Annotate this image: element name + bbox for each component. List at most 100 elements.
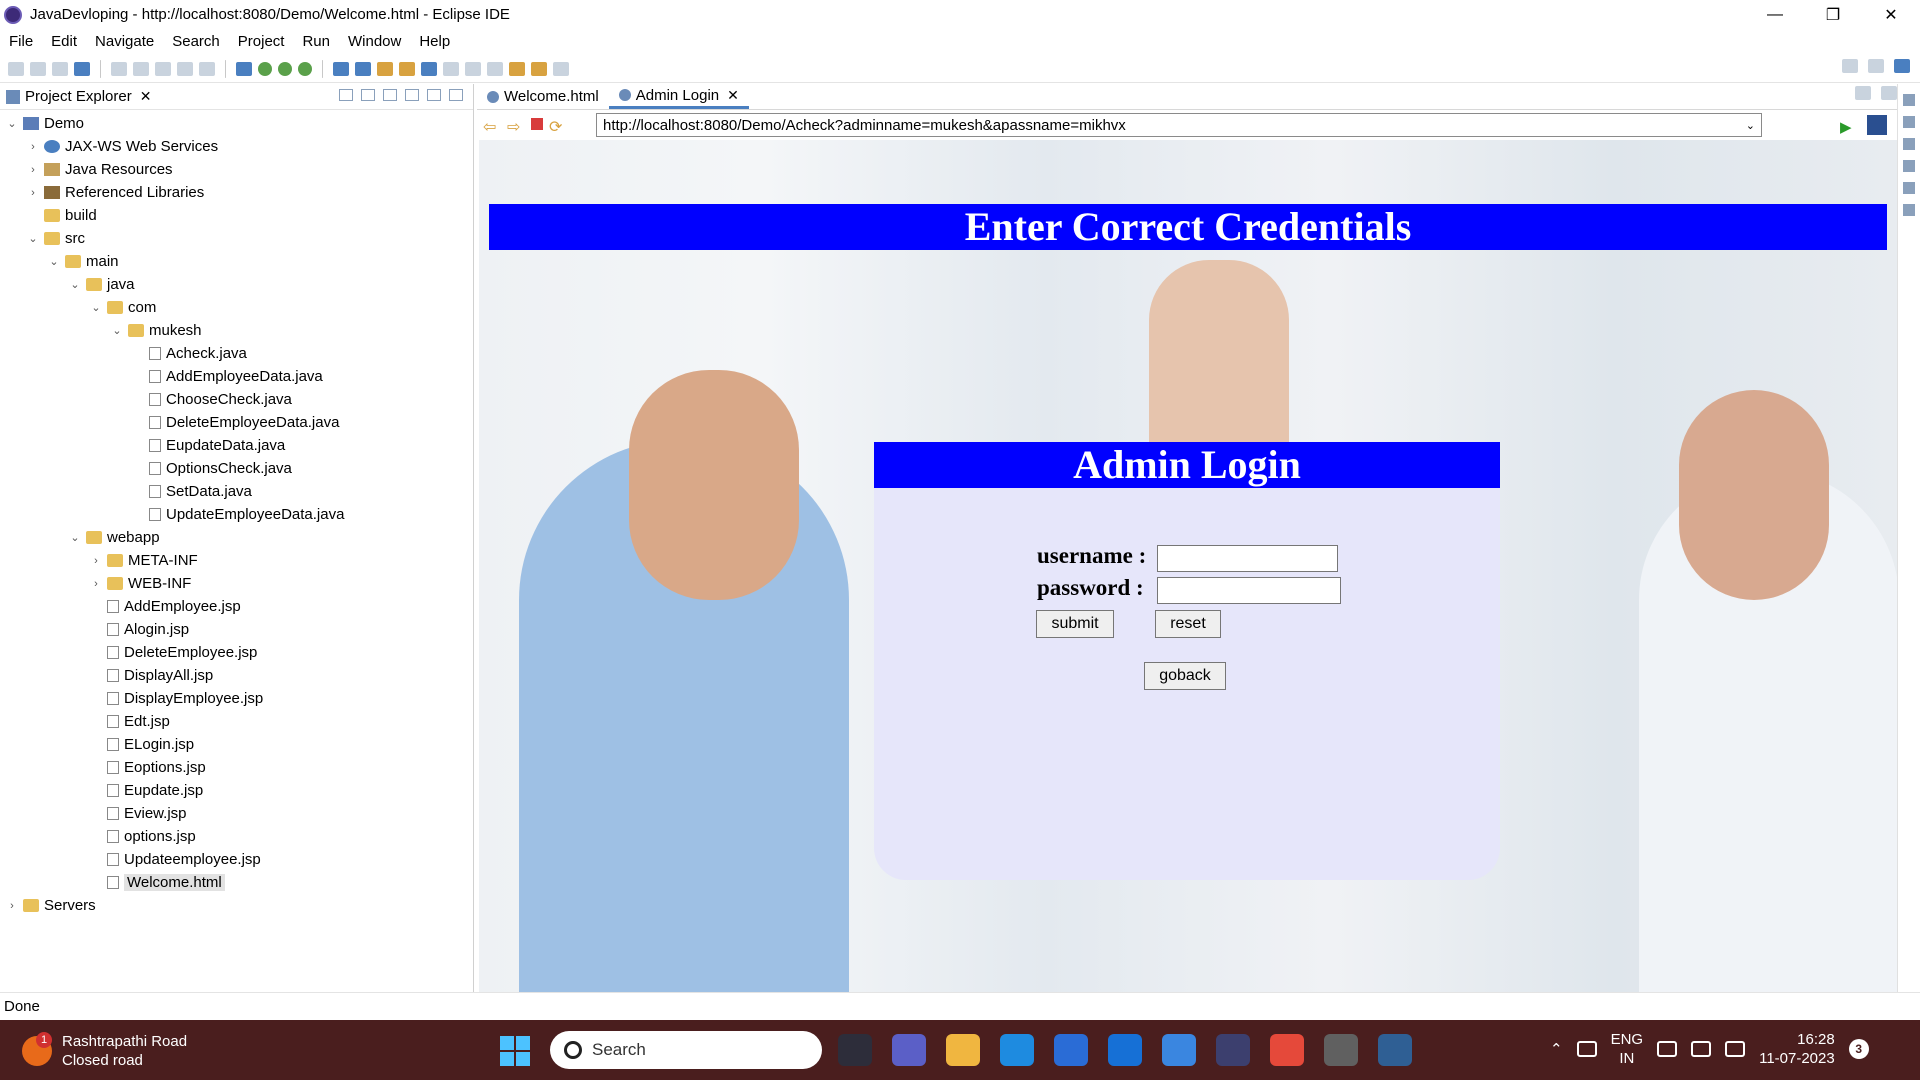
tree-item[interactable]: › JAX-WS Web Services (0, 135, 470, 158)
chevron-right-icon[interactable]: › (25, 187, 41, 199)
chevron-right-icon[interactable]: › (25, 141, 41, 153)
run-icon[interactable] (258, 61, 272, 76)
tree-item[interactable]: AddEmployee.jsp (0, 595, 470, 618)
tree-item[interactable]: DisplayEmployee.jsp (0, 687, 470, 710)
terminate-icon[interactable] (177, 61, 193, 76)
filter-icon[interactable] (383, 89, 397, 101)
back-icon[interactable] (509, 61, 525, 76)
close-button[interactable]: ✕ (1862, 0, 1920, 29)
tree-item[interactable]: AddEmployeeData.java (0, 365, 470, 388)
start-button[interactable] (500, 1036, 530, 1066)
java-ee-perspective-icon[interactable] (1894, 59, 1910, 73)
tree-item[interactable]: Edt.jsp (0, 710, 470, 733)
settings-icon[interactable] (1324, 1034, 1358, 1066)
chevron-down-icon[interactable]: ⌄ (88, 301, 104, 314)
coverage-icon[interactable] (278, 61, 292, 76)
close-icon[interactable]: ✕ (727, 87, 739, 104)
mysql-icon[interactable] (1162, 1034, 1196, 1066)
maximize-view-icon[interactable] (449, 89, 463, 101)
menu-file[interactable]: File (0, 33, 42, 50)
chevron-down-icon[interactable]: ⌄ (46, 255, 62, 268)
open-perspective-icon[interactable] (1868, 59, 1884, 73)
stop-icon[interactable] (531, 118, 543, 130)
teams-icon[interactable] (892, 1034, 926, 1066)
tree-item[interactable]: ELogin.jsp (0, 733, 470, 756)
sql-developer-icon[interactable] (1378, 1034, 1412, 1066)
close-icon[interactable]: ✕ (140, 88, 152, 105)
refresh-icon[interactable]: ⟳ (549, 117, 567, 136)
reset-button[interactable]: reset (1155, 610, 1221, 638)
chevron-down-icon[interactable]: ⌄ (4, 117, 20, 130)
suspend-icon[interactable] (155, 61, 171, 76)
tree-item[interactable]: UpdateEmployeeData.java (0, 503, 470, 526)
clock[interactable]: 16:28 11-07-2023 (1759, 1030, 1835, 1068)
taskbar-search[interactable]: Search (550, 1031, 822, 1069)
tree-item[interactable]: › WEB-INF (0, 572, 470, 595)
chevron-right-icon[interactable]: › (88, 555, 104, 567)
project-explorer-title[interactable]: Project Explorer (25, 88, 132, 105)
menu-edit[interactable]: Edit (42, 33, 86, 50)
chevron-down-icon[interactable]: ⌄ (109, 324, 125, 337)
open-task-icon[interactable] (399, 61, 415, 76)
tree-item[interactable]: Welcome.html (0, 871, 470, 894)
chevron-down-icon[interactable]: ⌄ (67, 278, 83, 291)
notification-badge[interactable]: 3 (1848, 1039, 1869, 1059)
tree-item[interactable]: ⌄ webapp (0, 526, 470, 549)
tree-item[interactable]: ⌄ mukesh (0, 319, 470, 342)
forward-icon[interactable]: ⇨ (507, 117, 525, 136)
tree-item[interactable]: ⌄ main (0, 250, 470, 273)
submit-button[interactable]: submit (1036, 610, 1114, 638)
tree-item[interactable]: ⌄ com (0, 296, 470, 319)
outline-icon[interactable] (1903, 116, 1915, 128)
terminal-icon[interactable] (74, 61, 90, 76)
store-icon[interactable] (1054, 1034, 1088, 1066)
volume-icon[interactable] (1691, 1041, 1712, 1057)
tree-item[interactable]: build (0, 204, 470, 227)
resume-icon[interactable] (133, 61, 149, 76)
chevron-down-icon[interactable]: ⌄ (67, 531, 83, 544)
collapse-all-icon[interactable] (339, 89, 353, 101)
weather-widget[interactable]: 1 Rashtrapathi Road Closed road (22, 1032, 187, 1070)
username-field[interactable] (1157, 545, 1338, 572)
eclipse-icon[interactable] (1216, 1034, 1250, 1066)
battery-icon[interactable] (1725, 1041, 1746, 1057)
tree-item[interactable]: DeleteEmployeeData.java (0, 411, 470, 434)
language-indicator[interactable]: ENG IN (1611, 1030, 1644, 1068)
tree-item[interactable]: DeleteEmployee.jsp (0, 641, 470, 664)
menu-run[interactable]: Run (293, 33, 339, 50)
search-icon[interactable] (1842, 59, 1858, 73)
tree-item[interactable]: Eupdate.jsp (0, 779, 470, 802)
edge-icon[interactable] (1000, 1034, 1034, 1066)
link-editor-icon[interactable] (361, 89, 375, 101)
menu-search[interactable]: Search (163, 33, 229, 50)
tree-item[interactable]: OptionsCheck.java (0, 457, 470, 480)
new-class-icon[interactable] (355, 61, 371, 76)
properties-icon[interactable] (1903, 204, 1915, 216)
search-toolbar-icon[interactable] (443, 61, 459, 76)
tree-item[interactable]: DisplayAll.jsp (0, 664, 470, 687)
back-icon[interactable]: ⇦ (483, 117, 501, 136)
forward-icon[interactable] (531, 61, 547, 76)
servers-icon[interactable] (1903, 160, 1915, 172)
tree-item[interactable]: Eoptions.jsp (0, 756, 470, 779)
password-field[interactable] (1157, 577, 1341, 604)
tree-item[interactable]: ChooseCheck.java (0, 388, 470, 411)
tree-item[interactable]: › Referenced Libraries (0, 181, 470, 204)
restore-button[interactable]: ❐ (1804, 0, 1862, 29)
tree-item[interactable]: › META-INF (0, 549, 470, 572)
skip-breakpoints-icon[interactable] (111, 61, 127, 76)
menu-navigate[interactable]: Navigate (86, 33, 163, 50)
save-all-icon[interactable] (52, 61, 68, 76)
chevron-right-icon[interactable]: › (88, 578, 104, 590)
browser-menu-icon[interactable] (1867, 115, 1887, 135)
file-explorer-icon[interactable] (946, 1034, 980, 1066)
tree-item[interactable]: Alogin.jsp (0, 618, 470, 641)
external-tools-icon[interactable] (298, 61, 312, 76)
debug-icon[interactable] (236, 61, 252, 76)
tree-item[interactable]: Updateemployee.jsp (0, 848, 470, 871)
new-server-icon[interactable] (333, 61, 349, 76)
tree-item[interactable]: options.jsp (0, 825, 470, 848)
restore-icon[interactable] (1903, 94, 1915, 106)
chevron-up-icon[interactable]: ⌃ (1550, 1040, 1563, 1058)
task-list-icon[interactable] (1903, 138, 1915, 150)
